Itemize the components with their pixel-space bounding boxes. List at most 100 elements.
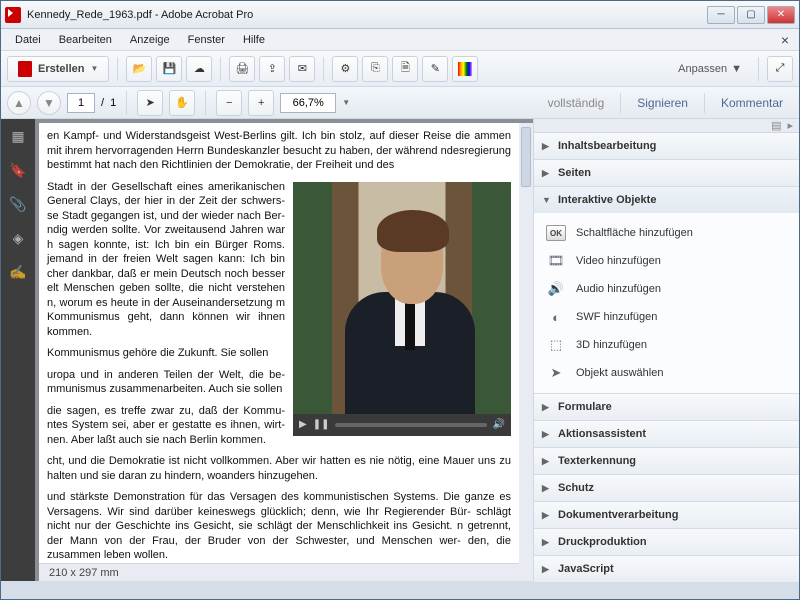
page-down-button[interactable]: ▼ <box>37 91 61 115</box>
print-icon: 🖨 <box>235 62 249 75</box>
panel-menu-icon[interactable]: ▤ <box>771 119 781 132</box>
add-audio-option[interactable]: 🔊Audio hinzufügen <box>538 275 795 303</box>
tool4-button[interactable]: ✎ <box>422 56 448 82</box>
chevron-right-icon: ▶ <box>542 168 552 179</box>
pointer-icon: ➤ <box>146 96 155 109</box>
fullscreen-button[interactable]: ⤢ <box>767 56 793 82</box>
kommentar-link[interactable]: Kommentar <box>711 96 793 110</box>
create-button[interactable]: Erstellen ▼ <box>7 56 109 82</box>
vertical-scrollbar[interactable] <box>519 123 533 581</box>
zoom-input[interactable] <box>280 93 336 113</box>
video-progress[interactable] <box>335 423 486 427</box>
menu-bearbeiten[interactable]: Bearbeiten <box>51 32 120 48</box>
signatures-icon[interactable]: ✍ <box>9 263 27 281</box>
print-button[interactable]: 🖨 <box>229 56 255 82</box>
minimize-button[interactable]: ─ <box>707 6 735 24</box>
save-button[interactable]: 💾 <box>156 56 182 82</box>
chevron-right-icon: ▶ <box>542 429 552 440</box>
page-sep: / <box>101 97 104 109</box>
tool2-button[interactable]: ⎘ <box>362 56 388 82</box>
chevron-down-icon: ▼ <box>542 195 552 205</box>
play-icon[interactable]: ▶ <box>299 418 307 431</box>
add-swf-option[interactable]: ◐SWF hinzufügen <box>538 303 795 331</box>
gear-icon: ⚙ <box>340 62 350 75</box>
close-button[interactable]: ✕ <box>767 6 795 24</box>
share-button[interactable]: ⇪ <box>259 56 285 82</box>
video-controls[interactable]: ▶ ❚❚ 🔊 <box>293 414 511 436</box>
volume-icon[interactable]: 🔊 <box>493 418 505 431</box>
tool5-button[interactable] <box>452 56 478 82</box>
embedded-video[interactable]: ▶ ❚❚ 🔊 <box>293 182 511 436</box>
main-toolbar: Erstellen ▼ 📂 💾 ☁ 🖨 ⇪ ✉ ⚙ ⎘ 🗎 ✎ Anpassen… <box>1 51 799 87</box>
section-schutz[interactable]: ▶Schutz <box>534 475 799 502</box>
menubar-close-icon[interactable]: × <box>777 32 793 48</box>
section-inhaltsbearbeitung[interactable]: ▶Inhaltsbearbeitung <box>534 133 799 160</box>
pause-icon[interactable]: ❚❚ <box>313 418 330 431</box>
zoom-out-icon: − <box>226 97 232 109</box>
email-button[interactable]: ✉ <box>289 56 315 82</box>
section-druckproduktion[interactable]: ▶Druckproduktion <box>534 529 799 556</box>
maximize-button[interactable]: ▢ <box>737 6 765 24</box>
pdf-icon <box>18 61 32 77</box>
section-dokumentverarbeitung[interactable]: ▶Dokumentverarbeitung <box>534 502 799 529</box>
interactive-objects-body: OKSchaltfläche hinzufügen 🎞Video hinzufü… <box>534 213 799 393</box>
doc-text: und stärkste Demonstration für das Versa… <box>47 490 511 563</box>
left-nav-rail: ▦ 🔖 📎 ◈ ✍ <box>1 119 35 581</box>
thumbnails-icon[interactable]: ▦ <box>9 127 27 145</box>
menu-fenster[interactable]: Fenster <box>180 32 233 48</box>
customize-button[interactable]: Anpassen▼ <box>670 63 750 75</box>
menu-datei[interactable]: Datei <box>7 32 49 48</box>
doc-text: en Kampf- und Widerstandsgeist West-Berl… <box>47 129 511 173</box>
section-javascript[interactable]: ▶JavaScript <box>534 556 799 583</box>
bookmarks-icon[interactable]: 🔖 <box>9 161 27 179</box>
titlebar: Kennedy_Rede_1963.pdf - Adobe Acrobat Pr… <box>1 1 799 29</box>
hand-tool[interactable]: ✋ <box>169 90 195 116</box>
signieren-link[interactable]: Signieren <box>627 96 698 110</box>
zoom-out-button[interactable]: − <box>216 90 242 116</box>
expand-icon: ⤢ <box>776 62 785 75</box>
section-aktionsassistent[interactable]: ▶Aktionsassistent <box>534 421 799 448</box>
layers-icon[interactable]: ◈ <box>9 229 27 247</box>
section-interaktive-objekte[interactable]: ▼Interaktive Objekte OKSchaltfläche hinz… <box>534 187 799 394</box>
save-icon: 💾 <box>163 62 177 75</box>
section-formulare[interactable]: ▶Formulare <box>534 394 799 421</box>
document-area: en Kampf- und Widerstandsgeist West-Berl… <box>35 119 533 581</box>
share-icon: ⇪ <box>268 62 277 75</box>
page-input[interactable] <box>67 93 95 113</box>
menu-anzeige[interactable]: Anzeige <box>122 32 178 48</box>
add-3d-option[interactable]: ⬚3D hinzufügen <box>538 331 795 359</box>
menubar: Datei Bearbeiten Anzeige Fenster Hilfe × <box>1 29 799 51</box>
section-seiten[interactable]: ▶Seiten <box>534 160 799 187</box>
panel-collapse-icon[interactable]: ▸ <box>787 119 793 132</box>
cloud-icon: ☁ <box>194 62 205 75</box>
color-icon <box>458 62 472 76</box>
page-up-button[interactable]: ▲ <box>7 91 31 115</box>
scroll-thumb[interactable] <box>521 127 531 187</box>
nav-toolbar: ▲ ▼ / 1 ➤ ✋ − + ▼ vollständig Signieren … <box>1 87 799 119</box>
select-tool[interactable]: ➤ <box>137 90 163 116</box>
chevron-down-icon[interactable]: ▼ <box>342 98 350 107</box>
chevron-right-icon: ▶ <box>542 402 552 413</box>
page-footer: 210 x 297 mm <box>39 563 519 581</box>
open-button[interactable]: 📂 <box>126 56 152 82</box>
select-object-option[interactable]: ➤Objekt auswählen <box>538 359 795 387</box>
doc-text: cht, und die Demokratie ist nicht vollko… <box>47 454 511 483</box>
pdf-page: en Kampf- und Widerstandsgeist West-Berl… <box>39 123 519 563</box>
swf-icon: ◐ <box>546 308 566 326</box>
add-button-option[interactable]: OKSchaltfläche hinzufügen <box>538 219 795 247</box>
tool3-button[interactable]: 🗎 <box>392 56 418 82</box>
cloud-button[interactable]: ☁ <box>186 56 212 82</box>
vollstaendig-link[interactable]: vollständig <box>538 96 615 110</box>
zoom-in-button[interactable]: + <box>248 90 274 116</box>
page-total: 1 <box>110 97 116 109</box>
attachments-icon[interactable]: 📎 <box>9 195 27 213</box>
chevron-down-icon: ▼ <box>731 63 742 75</box>
tool1-button[interactable]: ⚙ <box>332 56 358 82</box>
ok-button-icon: OK <box>546 225 566 241</box>
section-texterkennung[interactable]: ▶Texterkennung <box>534 448 799 475</box>
chevron-down-icon: ▼ <box>90 64 98 73</box>
add-video-option[interactable]: 🎞Video hinzufügen <box>538 247 795 275</box>
tools-panel: ▤ ▸ ▶Inhaltsbearbeitung ▶Seiten ▼Interak… <box>533 119 799 581</box>
cube-icon: ⬚ <box>546 336 566 354</box>
menu-hilfe[interactable]: Hilfe <box>235 32 273 48</box>
